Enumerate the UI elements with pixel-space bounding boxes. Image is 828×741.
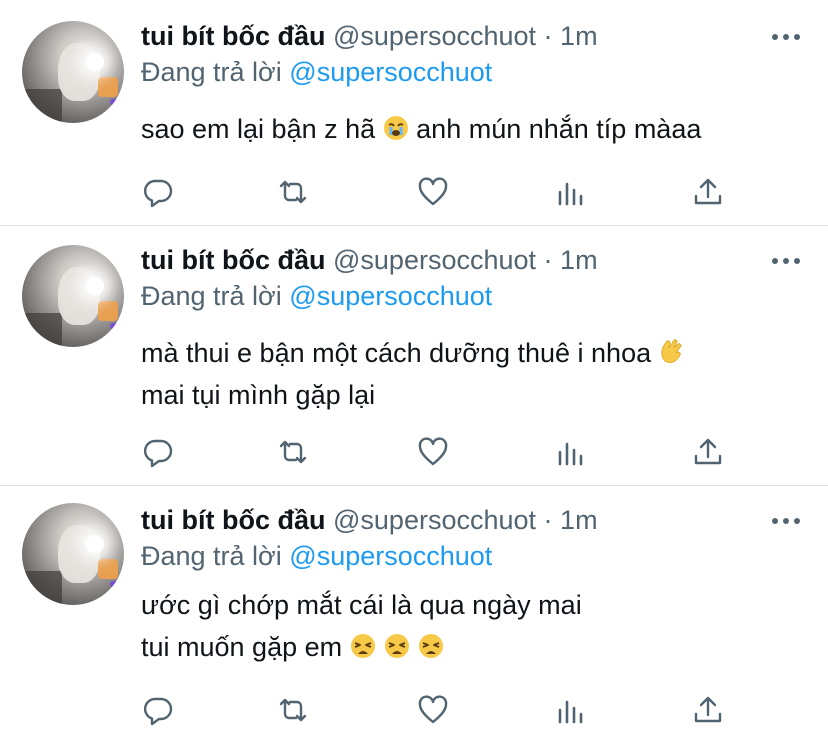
user-handle[interactable]: @supersocchuot [333, 21, 536, 51]
tweet-text-line: mai tụi mình gặp lại [141, 380, 376, 410]
display-name[interactable]: tui bít bốc đầu [141, 505, 325, 535]
timestamp[interactable]: 1m [560, 245, 598, 275]
avatar[interactable] [22, 21, 124, 123]
tweet-header: tui bít bốc đầu @supersocchuot · 1m [141, 504, 598, 536]
heart-icon[interactable] [417, 176, 449, 208]
analytics-icon[interactable] [555, 176, 587, 208]
tweet-text-line: sao em lại bận z hã [141, 114, 383, 144]
waving-hand-emoji [659, 337, 683, 365]
retweet-icon[interactable] [277, 436, 309, 468]
tweet-text-line: tui muốn gặp em [141, 632, 350, 662]
reply-context: Đang trả lời @supersocchuot [141, 56, 492, 88]
display-name[interactable]: tui bít bốc đầu [141, 21, 325, 51]
weary-face-emoji [350, 633, 376, 659]
tweet-card[interactable]: tui bít bốc đầu @supersocchuot · 1m Đang… [0, 486, 828, 741]
reply-mention-link[interactable]: @supersocchuot [289, 57, 492, 87]
timestamp[interactable]: 1m [560, 505, 598, 535]
avatar[interactable] [22, 245, 124, 347]
reply-context: Đang trả lời @supersocchuot [141, 280, 492, 312]
tweet-text-suffix: anh mún nhắn típ màaa [408, 114, 702, 144]
tweet-text-line: mà thui e bận một cách dưỡng thuê i nhoa [141, 338, 659, 368]
reply-mention-link[interactable]: @supersocchuot [289, 541, 492, 571]
user-handle[interactable]: @supersocchuot [333, 245, 536, 275]
timestamp[interactable]: 1m [560, 21, 598, 51]
reply-icon[interactable] [142, 694, 174, 726]
heart-icon[interactable] [417, 694, 449, 726]
share-icon[interactable] [692, 176, 724, 208]
separator-dot: · [543, 21, 553, 51]
reply-icon[interactable] [142, 436, 174, 468]
tweet-text: ước gì chớp mắt cái là qua ngày mai tui … [141, 584, 582, 668]
tweet-text-line: ước gì chớp mắt cái là qua ngày mai [141, 590, 582, 620]
avatar[interactable] [22, 503, 124, 605]
share-icon[interactable] [692, 694, 724, 726]
reply-mention-link[interactable]: @supersocchuot [289, 281, 492, 311]
analytics-icon[interactable] [555, 436, 587, 468]
analytics-icon[interactable] [555, 694, 587, 726]
tweet-text: mà thui e bận một cách dưỡng thuê i nhoa… [141, 332, 683, 416]
reply-prefix: Đang trả lời [141, 57, 282, 87]
more-icon[interactable] [770, 32, 802, 42]
more-icon[interactable] [770, 256, 802, 266]
reply-icon[interactable] [142, 176, 174, 208]
weary-face-emoji [384, 633, 410, 659]
separator-dot: · [543, 245, 553, 275]
retweet-icon[interactable] [277, 176, 309, 208]
display-name[interactable]: tui bít bốc đầu [141, 245, 325, 275]
user-handle[interactable]: @supersocchuot [333, 505, 536, 535]
reply-prefix: Đang trả lời [141, 541, 282, 571]
reply-prefix: Đang trả lời [141, 281, 282, 311]
tweet-text: sao em lại bận z hã anh mún nhắn típ màa… [141, 108, 701, 150]
separator-dot: · [543, 505, 553, 535]
share-icon[interactable] [692, 436, 724, 468]
more-icon[interactable] [770, 516, 802, 526]
tweet-card[interactable]: tui bít bốc đầu @supersocchuot · 1m Đang… [0, 0, 828, 225]
heart-icon[interactable] [417, 436, 449, 468]
weary-face-emoji [418, 633, 444, 659]
tweet-header: tui bít bốc đầu @supersocchuot · 1m [141, 244, 598, 276]
reply-context: Đang trả lời @supersocchuot [141, 540, 492, 572]
tweet-header: tui bít bốc đầu @supersocchuot · 1m [141, 20, 598, 52]
retweet-icon[interactable] [277, 694, 309, 726]
tweet-card[interactable]: tui bít bốc đầu @supersocchuot · 1m Đang… [0, 226, 828, 485]
crying-face-emoji [383, 115, 409, 141]
